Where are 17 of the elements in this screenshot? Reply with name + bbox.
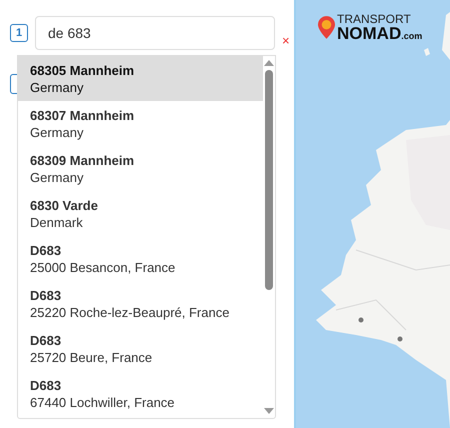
location-pin-icon xyxy=(318,15,335,40)
suggestion-item[interactable]: D683 67440 Lochwiller, France xyxy=(18,371,263,416)
suggestion-item[interactable]: D683 25000 Besancon, France xyxy=(18,236,263,281)
scroll-down-icon[interactable] xyxy=(264,408,274,414)
suggestion-item[interactable]: 68307 Mannheim Germany xyxy=(18,101,263,146)
scrollbar-thumb[interactable] xyxy=(265,70,273,290)
step-badge: 1 xyxy=(10,24,28,42)
suggestion-item[interactable]: 68305 Mannheim Germany xyxy=(18,56,263,101)
suggestion-item[interactable]: D683 25720 Beure, France xyxy=(18,326,263,371)
suggestion-item[interactable]: 6830 Varde Denmark xyxy=(18,191,263,236)
logo-text: NOMAD xyxy=(337,24,402,43)
suggestion-item[interactable]: 68309 Mannheim Germany xyxy=(18,146,263,191)
logo-text: .com xyxy=(401,31,422,41)
clear-button[interactable]: × xyxy=(282,34,290,46)
logo-text: TRANSPORT xyxy=(337,13,412,25)
search-field[interactable]: de 683 xyxy=(35,16,275,50)
suggestion-item[interactable]: D683 25220 Roche-lez-Beaupré, France xyxy=(18,281,263,326)
